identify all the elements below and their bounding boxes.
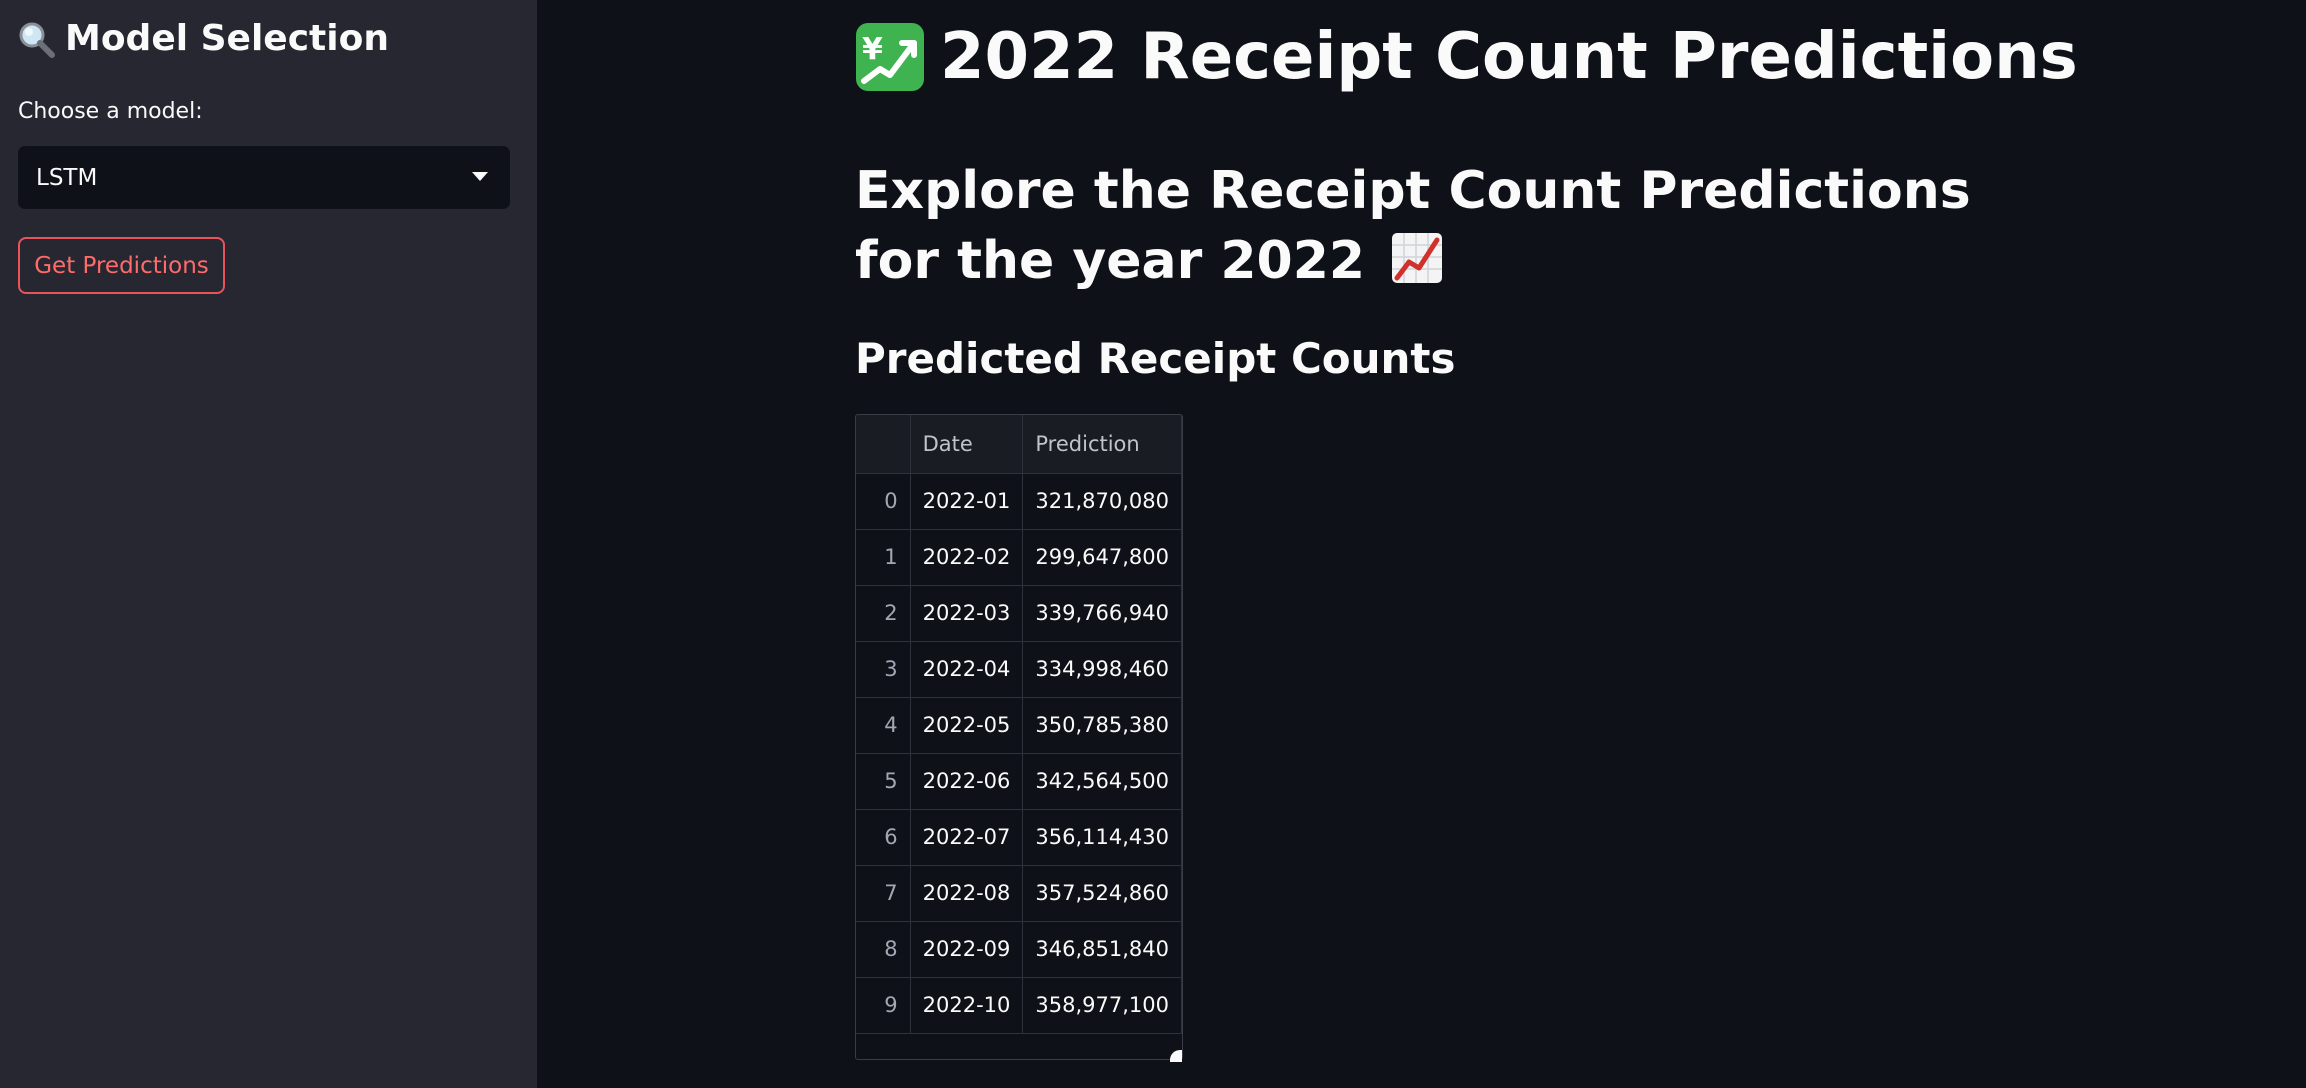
magnifier-icon — [17, 20, 55, 58]
table-row[interactable]: 8 2022-09 346,851,840 — [856, 921, 1182, 978]
column-header-date[interactable]: Date — [910, 415, 1024, 474]
row-index: 2 — [856, 585, 911, 642]
page-subheading: Explore the Receipt Count Predictions fo… — [855, 156, 1975, 296]
predictions-table-grid: Date Prediction 0 2022-01 321,870,080 1 … — [856, 415, 1182, 1034]
cell-prediction[interactable]: 357,524,860 — [1022, 865, 1182, 922]
row-index: 9 — [856, 977, 911, 1034]
cell-prediction[interactable]: 358,977,100 — [1022, 977, 1182, 1034]
cell-prediction[interactable]: 321,870,080 — [1022, 473, 1182, 530]
model-select[interactable]: LSTM — [18, 146, 510, 209]
chart-yen-icon: ¥ — [854, 21, 926, 93]
cell-prediction[interactable]: 334,998,460 — [1022, 641, 1182, 698]
cell-prediction[interactable]: 346,851,840 — [1022, 921, 1182, 978]
svg-text:¥: ¥ — [862, 32, 883, 67]
sidebar-title-text: Model Selection — [65, 18, 389, 59]
row-index: 7 — [856, 865, 911, 922]
cell-prediction[interactable]: 339,766,940 — [1022, 585, 1182, 642]
cell-prediction[interactable]: 356,114,430 — [1022, 809, 1182, 866]
cell-date[interactable]: 2022-01 — [910, 473, 1024, 530]
table-row[interactable]: 4 2022-05 350,785,380 — [856, 697, 1182, 754]
table-row[interactable]: 6 2022-07 356,114,430 — [856, 809, 1182, 866]
sidebar-title: Model Selection — [17, 18, 389, 59]
table-row[interactable]: 7 2022-08 357,524,860 — [856, 865, 1182, 922]
row-index: 8 — [856, 921, 911, 978]
page-title-text: 2022 Receipt Count Predictions — [940, 20, 2078, 94]
page-title: ¥ 2022 Receipt Count Predictions — [854, 20, 2078, 94]
row-index: 4 — [856, 697, 911, 754]
cell-date[interactable]: 2022-06 — [910, 753, 1024, 810]
row-index: 6 — [856, 809, 911, 866]
cell-date[interactable]: 2022-02 — [910, 529, 1024, 586]
model-select-label: Choose a model: — [18, 99, 203, 124]
cell-prediction[interactable]: 342,564,500 — [1022, 753, 1182, 810]
table-heading: Predicted Receipt Counts — [855, 334, 1456, 383]
table-row[interactable]: 1 2022-02 299,647,800 — [856, 529, 1182, 586]
table-row[interactable]: 9 2022-10 358,977,100 — [856, 977, 1182, 1034]
sidebar: Model Selection Choose a model: LSTM Get… — [0, 0, 537, 1088]
cell-date[interactable]: 2022-10 — [910, 977, 1024, 1034]
cell-date[interactable]: 2022-04 — [910, 641, 1024, 698]
get-predictions-button[interactable]: Get Predictions — [18, 237, 225, 294]
table-row[interactable]: 2 2022-03 339,766,940 — [856, 585, 1182, 642]
table-row[interactable]: 0 2022-01 321,870,080 — [856, 473, 1182, 530]
cell-date[interactable]: 2022-07 — [910, 809, 1024, 866]
cell-date[interactable]: 2022-09 — [910, 921, 1024, 978]
cell-date[interactable]: 2022-05 — [910, 697, 1024, 754]
model-select-value: LSTM — [36, 164, 98, 191]
table-row[interactable]: 5 2022-06 342,564,500 — [856, 753, 1182, 810]
chart-increasing-icon — [1391, 232, 1443, 284]
predictions-table[interactable]: Date Prediction 0 2022-01 321,870,080 1 … — [855, 414, 1183, 1060]
cell-date[interactable]: 2022-03 — [910, 585, 1024, 642]
table-row[interactable]: 3 2022-04 334,998,460 — [856, 641, 1182, 698]
column-header-prediction[interactable]: Prediction — [1022, 415, 1182, 474]
cell-prediction[interactable]: 299,647,800 — [1022, 529, 1182, 586]
cell-prediction[interactable]: 350,785,380 — [1022, 697, 1182, 754]
app: Model Selection Choose a model: LSTM Get… — [0, 0, 2306, 1088]
column-header-index[interactable] — [856, 415, 911, 474]
row-index: 5 — [856, 753, 911, 810]
chevron-down-icon[interactable] — [472, 172, 488, 181]
row-index: 3 — [856, 641, 911, 698]
table-header-row: Date Prediction — [856, 415, 1182, 474]
row-index: 1 — [856, 529, 911, 586]
cell-date[interactable]: 2022-08 — [910, 865, 1024, 922]
row-index: 0 — [856, 473, 911, 530]
